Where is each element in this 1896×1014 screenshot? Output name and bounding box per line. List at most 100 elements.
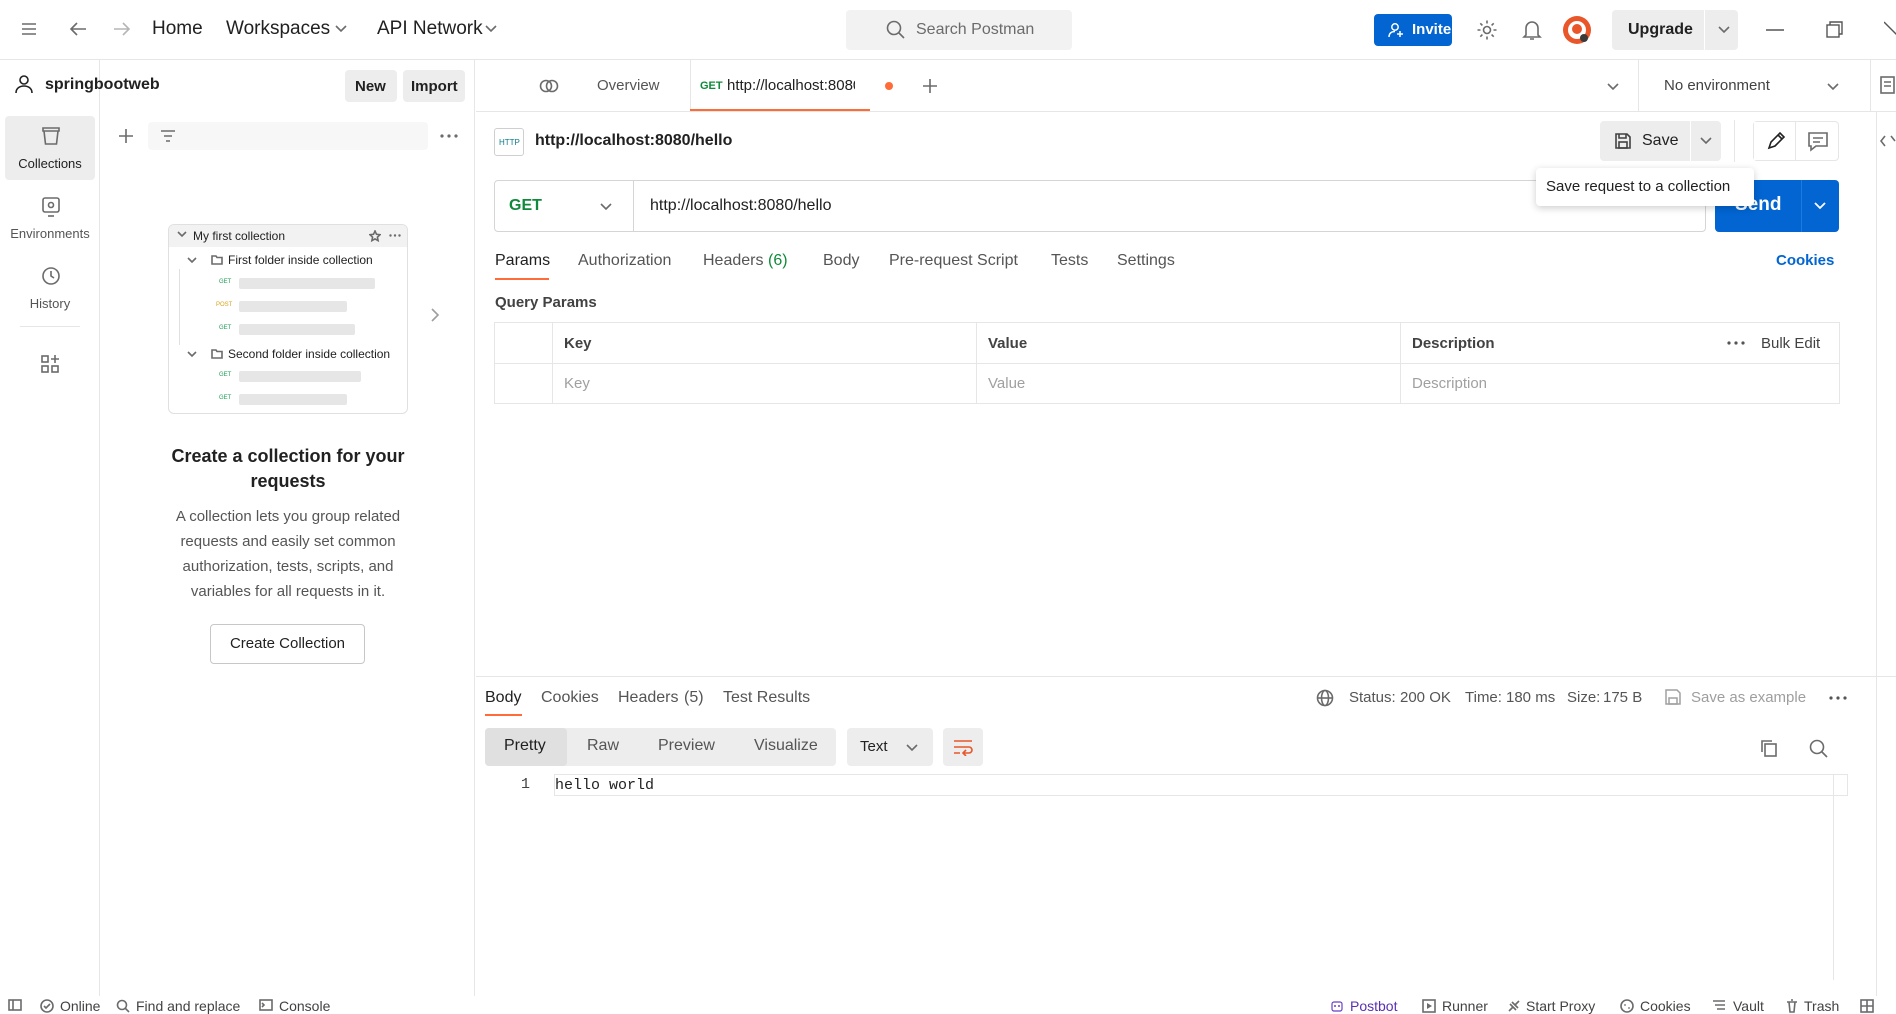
wrap-lines-button[interactable] [943, 728, 983, 766]
view-pretty[interactable]: Pretty [504, 737, 546, 755]
tab-overview[interactable]: Overview [597, 77, 660, 94]
chevron-down-icon[interactable] [1717, 25, 1731, 35]
chevron-right-icon[interactable] [430, 307, 440, 323]
avatar[interactable] [1562, 15, 1592, 45]
copy-icon[interactable] [1760, 739, 1778, 757]
tab-settings[interactable]: Settings [1117, 252, 1175, 270]
response-tab-test-results[interactable]: Test Results [723, 689, 810, 707]
key-input[interactable]: Key [564, 375, 590, 392]
chevron-down-icon[interactable] [599, 202, 613, 212]
placeholder-bar [239, 394, 347, 405]
trash-button[interactable]: Trash [1804, 998, 1839, 1014]
chevron-down-icon[interactable] [1699, 136, 1713, 146]
rail-item-history[interactable]: History [5, 256, 95, 320]
toggle-sidebar-icon[interactable] [8, 999, 22, 1011]
size-value[interactable]: 175 B [1603, 689, 1642, 706]
workspaces-menu[interactable]: Workspaces [226, 18, 330, 40]
rail-item-label: Collections [18, 156, 82, 171]
response-divider [476, 676, 1896, 677]
environment-quick-look-icon[interactable] [1880, 76, 1896, 94]
collection-illustration: My first collection First folder inside … [168, 224, 408, 414]
tab-authorization[interactable]: Authorization [578, 252, 671, 270]
chevron-down-icon[interactable] [1606, 82, 1620, 92]
view-preview[interactable]: Preview [658, 737, 715, 755]
tab-tests[interactable]: Tests [1051, 252, 1088, 270]
more-options-icon[interactable] [1727, 341, 1745, 345]
minimize-icon[interactable] [1766, 29, 1784, 31]
value-input[interactable]: Value [988, 375, 1025, 392]
bulk-edit-link[interactable]: Bulk Edit [1761, 335, 1820, 352]
status-value[interactable]: 200 OK [1400, 689, 1451, 706]
column-header-description: Description [1412, 335, 1495, 352]
settings-gear-icon[interactable] [1476, 19, 1498, 41]
view-raw[interactable]: Raw [587, 737, 619, 755]
overview-icon [539, 76, 559, 94]
chevron-down-icon[interactable] [1826, 82, 1840, 92]
online-status[interactable]: Online [60, 998, 100, 1014]
method-select[interactable]: GET [509, 197, 542, 215]
invite-button[interactable]: Invite [1374, 14, 1452, 46]
close-window-icon[interactable] [1884, 21, 1896, 39]
new-tab-plus-icon[interactable] [922, 78, 938, 94]
save-as-example-button[interactable]: Save as example [1691, 689, 1806, 706]
time-value[interactable]: 180 ms [1506, 689, 1555, 706]
url-input[interactable]: http://localhost:8080/hello [650, 197, 831, 215]
create-collection-button[interactable]: Create Collection [210, 624, 365, 664]
globe-icon[interactable] [1316, 689, 1334, 707]
search-icon[interactable] [1809, 739, 1829, 759]
cookies-link[interactable]: Cookies [1776, 252, 1834, 269]
postbot-button[interactable]: Postbot [1350, 998, 1397, 1014]
response-body-editor[interactable]: 1 hello world [485, 774, 1850, 980]
chevron-down-icon[interactable] [1813, 201, 1827, 211]
tab-pre-request-script[interactable]: Pre-request Script [889, 252, 1018, 270]
response-tab-headers[interactable]: Headers [618, 689, 678, 707]
notification-bell-icon[interactable] [1522, 19, 1542, 41]
method-badge: GET [219, 395, 232, 401]
request-title[interactable]: http://localhost:8080/hello [535, 132, 732, 150]
import-button[interactable]: Import [403, 70, 465, 102]
environment-selector[interactable]: No environment [1664, 77, 1770, 94]
start-proxy-button[interactable]: Start Proxy [1526, 998, 1595, 1014]
menu-icon[interactable] [20, 20, 38, 38]
add-ons-grid-icon[interactable] [40, 354, 60, 374]
view-visualize[interactable]: Visualize [754, 737, 818, 755]
tab-body[interactable]: Body [823, 252, 859, 270]
search-bar[interactable]: Search Postman [846, 10, 1072, 50]
response-tab-body[interactable]: Body [485, 689, 521, 707]
cookies-button[interactable]: Cookies [1640, 998, 1691, 1014]
vault-button[interactable]: Vault [1733, 998, 1764, 1014]
workspace-name[interactable]: springbootweb [45, 76, 160, 94]
tab-headers[interactable]: Headers [703, 252, 763, 270]
add-collection-icon[interactable] [118, 128, 134, 144]
upgrade-button[interactable]: Upgrade [1612, 10, 1738, 50]
find-replace-button[interactable]: Find and replace [136, 998, 240, 1014]
format-label: Text [860, 738, 888, 755]
layout-icon[interactable] [1860, 999, 1874, 1013]
restore-window-icon[interactable] [1826, 21, 1844, 39]
code-icon[interactable] [1880, 134, 1896, 148]
api-network-menu[interactable]: API Network [377, 18, 483, 40]
format-select[interactable]: Text [847, 728, 933, 766]
forward-arrow-icon[interactable] [112, 20, 132, 38]
edit-pencil-icon[interactable] [1754, 122, 1796, 160]
tab-params[interactable]: Params [495, 252, 550, 270]
scrollbar-track[interactable] [1833, 774, 1834, 980]
home-link[interactable]: Home [152, 18, 203, 40]
runner-button[interactable]: Runner [1442, 998, 1488, 1014]
rail-item-environments[interactable]: Environments [5, 186, 95, 250]
active-tab-indicator [485, 714, 522, 716]
rail-item-collections[interactable]: Collections [5, 116, 95, 180]
more-options-icon[interactable] [440, 134, 458, 138]
new-button[interactable]: New [345, 70, 397, 102]
time-label: Time: [1465, 689, 1502, 706]
response-tab-cookies[interactable]: Cookies [541, 689, 599, 707]
more-options-icon[interactable] [1829, 696, 1847, 700]
console-button[interactable]: Console [279, 998, 330, 1014]
tab-request-hello[interactable]: http://localhost:8080/hello [727, 77, 855, 94]
filter-input[interactable] [148, 122, 428, 150]
description-input[interactable]: Description [1412, 375, 1487, 392]
save-button[interactable]: Save [1600, 121, 1721, 161]
comment-icon[interactable] [1797, 122, 1839, 160]
import-label: Import [411, 78, 458, 95]
back-arrow-icon[interactable] [68, 20, 88, 38]
